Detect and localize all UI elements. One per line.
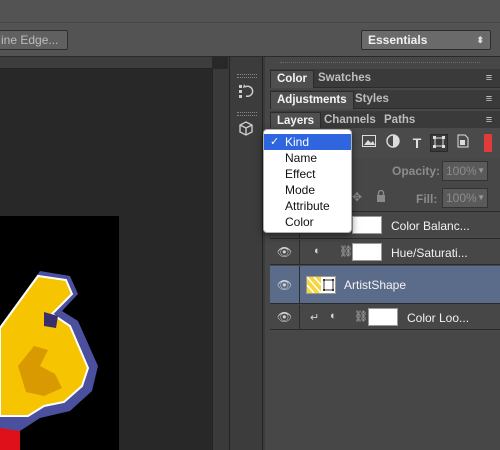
checkmark-icon: ✓ bbox=[270, 136, 280, 148]
layer-mask-thumbnail bbox=[368, 308, 398, 326]
menu-item-label: Effect bbox=[285, 167, 316, 181]
panel-group-grip[interactable] bbox=[280, 62, 480, 67]
document-vertical-scrollbar[interactable] bbox=[212, 69, 228, 450]
dock-grip-2[interactable] bbox=[237, 112, 257, 116]
menu-item-mode[interactable]: Mode bbox=[264, 182, 351, 198]
refine-edge-button[interactable]: ine Edge... bbox=[0, 30, 68, 50]
tab-adjustments[interactable]: Adjustments bbox=[270, 91, 354, 109]
tab-color[interactable]: Color bbox=[270, 70, 315, 88]
tab-swatches[interactable]: Swatches bbox=[312, 70, 377, 88]
layer-filter-kind-menu: ✓ Kind Name Effect Mode Attribute Color bbox=[263, 129, 352, 233]
layer-row-hue-saturation[interactable]: 👁 ◐ ⛓ Hue/Saturati... bbox=[270, 240, 500, 265]
layer-row-artistshape[interactable]: 👁 ArtistShape bbox=[270, 266, 500, 304]
document-tab-strip bbox=[0, 57, 212, 69]
fill-value: 100% bbox=[446, 191, 477, 205]
menu-item-color[interactable]: Color bbox=[264, 214, 351, 230]
type-filter-icon[interactable]: T bbox=[408, 134, 426, 152]
opacity-value: 100% bbox=[446, 164, 477, 178]
artwork-graphic bbox=[0, 271, 98, 450]
shape-layer-thumbnail bbox=[306, 276, 336, 294]
lock-all-icon[interactable] bbox=[376, 189, 386, 205]
adjustment-layer-icon: ◐ bbox=[314, 245, 321, 257]
tab-styles[interactable]: Styles bbox=[349, 91, 395, 109]
menu-item-label: Attribute bbox=[285, 199, 330, 213]
eye-icon[interactable]: 👁 bbox=[270, 305, 300, 329]
menu-item-label: Kind bbox=[285, 135, 310, 149]
dock-grip[interactable] bbox=[237, 74, 257, 78]
layer-name: ArtistShape bbox=[344, 278, 407, 292]
adjustment-filter-icon[interactable] bbox=[384, 134, 402, 152]
layers-empty-area bbox=[270, 330, 500, 450]
link-chain-icon[interactable]: ⛓ bbox=[354, 310, 368, 323]
menu-item-label: Mode bbox=[285, 183, 316, 197]
menu-item-kind[interactable]: ✓ Kind bbox=[264, 134, 351, 150]
layer-mask-thumbnail bbox=[352, 216, 382, 234]
adjustment-layer-icon: ◐ bbox=[330, 310, 337, 322]
layer-name: Color Loo... bbox=[407, 311, 470, 325]
fill-input[interactable]: 100% ▼ bbox=[442, 188, 488, 208]
document-canvas[interactable] bbox=[0, 216, 119, 450]
menu-item-label: Name bbox=[285, 151, 318, 165]
panel-menu-icon[interactable]: ≡ bbox=[482, 71, 496, 85]
layer-row-color-lookup[interactable]: 👁 ↵ ◐ ⛓ Color Loo... bbox=[270, 305, 500, 330]
panel-menu-icon[interactable]: ≡ bbox=[482, 113, 496, 127]
workspace-switcher[interactable]: Essentials ⬍ bbox=[361, 30, 491, 50]
chevron-updown-icon: ⬍ bbox=[476, 35, 484, 45]
menu-item-effect[interactable]: Effect bbox=[264, 166, 351, 182]
3d-cube-icon[interactable] bbox=[233, 120, 259, 144]
clipping-arrow-icon: ↵ bbox=[310, 312, 320, 324]
filter-toggle-switch[interactable] bbox=[484, 134, 492, 152]
panel-menu-icon[interactable]: ≡ bbox=[482, 92, 496, 106]
menu-item-name[interactable]: Name bbox=[264, 150, 351, 166]
opacity-input[interactable]: 100% ▼ bbox=[442, 161, 488, 181]
adjustments-panel-tabs: Adjustments Styles ≡ bbox=[270, 90, 500, 109]
eye-icon[interactable]: 👁 bbox=[270, 240, 300, 264]
image-filter-icon[interactable] bbox=[360, 134, 378, 152]
chevron-down-icon[interactable]: ▼ bbox=[477, 189, 485, 207]
chevron-down-icon[interactable]: ▼ bbox=[477, 162, 485, 180]
menu-item-label: Color bbox=[285, 215, 314, 229]
layer-mask-thumbnail bbox=[352, 243, 382, 261]
opacity-label: Opacity: bbox=[392, 164, 441, 178]
layer-name: Hue/Saturati... bbox=[391, 246, 468, 260]
eye-icon[interactable]: 👁 bbox=[270, 266, 300, 303]
workspace-label: Essentials bbox=[368, 33, 428, 47]
history-icon[interactable] bbox=[233, 82, 259, 106]
fill-label: Fill: bbox=[416, 192, 438, 206]
shape-filter-icon[interactable] bbox=[430, 134, 448, 152]
lock-position-icon[interactable]: ✥ bbox=[352, 190, 362, 204]
menu-item-attribute[interactable]: Attribute bbox=[264, 198, 351, 214]
color-panel-tabs: Color Swatches ≡ bbox=[270, 69, 500, 88]
smart-object-filter-icon[interactable] bbox=[454, 134, 472, 152]
link-chain-icon[interactable]: ⛓ bbox=[339, 245, 353, 258]
layer-name: Color Balanc... bbox=[391, 219, 470, 233]
options-bar-divider bbox=[0, 22, 500, 23]
